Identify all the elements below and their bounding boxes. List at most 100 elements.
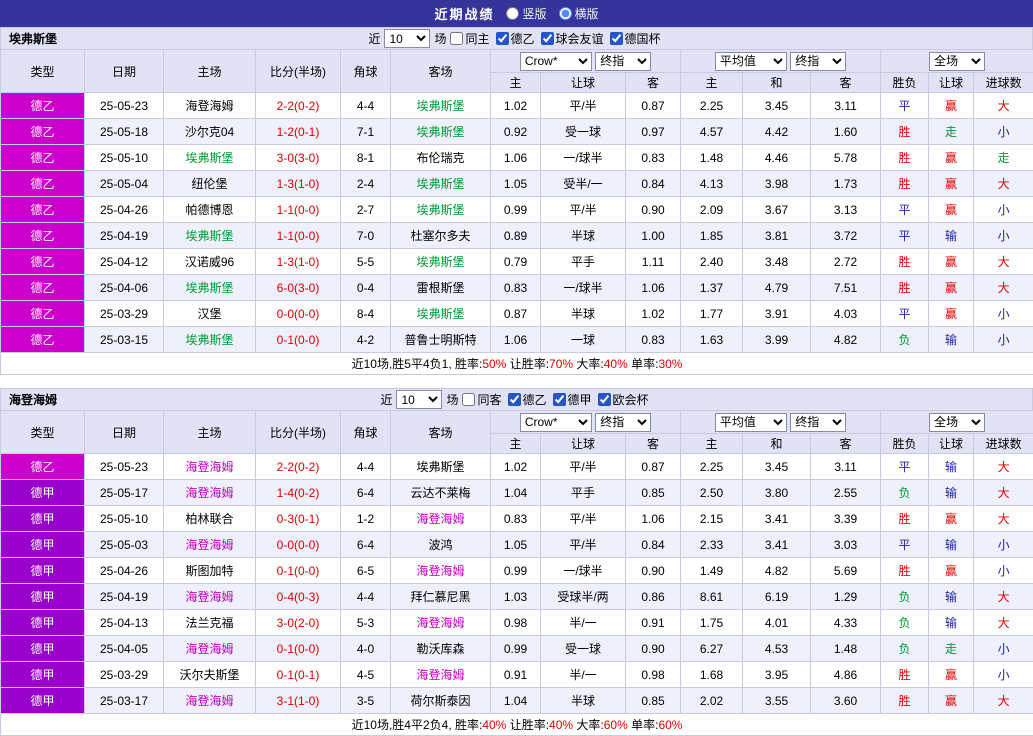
home-team-cell: 海登海姆 [164, 584, 256, 610]
filter-checkbox-德甲[interactable]: 德甲 [553, 391, 592, 408]
score-cell: 0-1(0-0) [256, 636, 341, 662]
odds-away-cell: 0.91 [626, 610, 681, 636]
subcol-avg-away: 客 [811, 73, 881, 93]
filter-checkbox-input[interactable] [496, 32, 509, 45]
avg-draw-cell: 3.81 [743, 223, 811, 249]
avg-draw-cell: 3.45 [743, 93, 811, 119]
away-team-cell: 埃弗斯堡 [391, 454, 491, 480]
goals-result-cell: 大 [974, 275, 1033, 301]
avg-final-select[interactable]: 终指 [790, 413, 846, 432]
filter-checkbox-input[interactable] [598, 393, 611, 406]
filter-checkbox-德国杯[interactable]: 德国杯 [610, 30, 661, 47]
summary-text: 让胜率: [506, 718, 549, 732]
away-team-cell: 埃弗斯堡 [391, 301, 491, 327]
odds-final-select[interactable]: 终指 [595, 413, 651, 432]
home-team-cell: 海登海姆 [164, 636, 256, 662]
score-cell: 3-0(3-0) [256, 145, 341, 171]
summary-stat-value: 30% [658, 357, 682, 371]
home-team-cell: 埃弗斯堡 [164, 223, 256, 249]
home-team-cell: 海登海姆 [164, 454, 256, 480]
score-cell: 0-0(0-0) [256, 532, 341, 558]
avg-final-select[interactable]: 终指 [790, 52, 846, 71]
score-cell: 0-0(0-0) [256, 301, 341, 327]
col-header-type: 类型 [1, 50, 85, 93]
avg-draw-cell: 4.53 [743, 636, 811, 662]
fulltime-header-cell: 全场 [881, 411, 1033, 434]
date-cell: 25-03-29 [85, 662, 164, 688]
avg-draw-cell: 4.01 [743, 610, 811, 636]
match-row: 德甲25-04-19海登海姆0-4(0-3)4-4拜仁慕尼黑1.03受球半/两0… [1, 584, 1033, 610]
odds-home-cell: 0.83 [491, 275, 541, 301]
match-result-cell: 平 [881, 301, 929, 327]
filter-checkbox-input[interactable] [450, 32, 463, 45]
home-team-cell: 纽伦堡 [164, 171, 256, 197]
home-team-cell: 汉诺威96 [164, 249, 256, 275]
filter-checkbox-input[interactable] [553, 393, 566, 406]
handicap-cell: 半球 [541, 688, 626, 714]
league-cell: 德甲 [1, 480, 85, 506]
filter-checkbox-球会友谊[interactable]: 球会友谊 [541, 30, 604, 47]
team-name: 埃弗斯堡 [9, 30, 57, 47]
odds-source-select[interactable]: Crow* [520, 413, 592, 432]
date-cell: 25-05-10 [85, 145, 164, 171]
home-team-cell: 沙尔克04 [164, 119, 256, 145]
corner-cell: 0-4 [341, 275, 391, 301]
filter-checkbox-input[interactable] [610, 32, 623, 45]
handicap-result-cell: 输 [929, 327, 974, 353]
layout-radio-input[interactable] [506, 7, 519, 20]
corner-cell: 2-4 [341, 171, 391, 197]
avg-away-cell: 4.33 [811, 610, 881, 636]
handicap-result-cell: 赢 [929, 506, 974, 532]
filter-checkbox-input[interactable] [508, 393, 521, 406]
match-row: 德甲25-04-05海登海姆0-1(0-0)4-0勒沃库森0.99受一球0.90… [1, 636, 1033, 662]
subcol-avg-draw: 和 [743, 434, 811, 454]
date-cell: 25-04-05 [85, 636, 164, 662]
fulltime-select[interactable]: 全场 [929, 52, 985, 71]
match-row: 德乙25-03-15埃弗斯堡0-1(0-0)4-2普鲁士明斯特1.06一球0.8… [1, 327, 1033, 353]
match-row: 德乙25-05-23海登海姆2-2(0-2)4-4埃弗斯堡1.02平/半0.87… [1, 454, 1033, 480]
layout-radio-horizontal[interactable]: 横版 [559, 5, 599, 22]
handicap-cell: 受一球 [541, 636, 626, 662]
col-header-corner: 角球 [341, 50, 391, 93]
filter-checkbox-德乙[interactable]: 德乙 [508, 391, 547, 408]
filter-checkbox-德乙[interactable]: 德乙 [496, 30, 535, 47]
odds-home-cell: 1.02 [491, 454, 541, 480]
match-count-select[interactable]: 10 [384, 29, 430, 48]
score-cell: 6-0(3-0) [256, 275, 341, 301]
avg-home-cell: 2.02 [681, 688, 743, 714]
match-row: 德乙25-05-10埃弗斯堡3-0(3-0)8-1布伦瑞克1.06一/球半0.8… [1, 145, 1033, 171]
goals-result-cell: 大 [974, 171, 1033, 197]
match-row: 德乙25-03-29汉堡0-0(0-0)8-4埃弗斯堡0.87半球1.021.7… [1, 301, 1033, 327]
home-team-cell: 法兰克福 [164, 610, 256, 636]
filter-checkbox-label: 球会友谊 [556, 30, 604, 47]
filter-checkbox-input[interactable] [462, 393, 475, 406]
home-team-cell: 海登海姆 [164, 93, 256, 119]
filter-checkbox-同客[interactable]: 同客 [462, 391, 501, 408]
layout-radio-vertical[interactable]: 竖版 [506, 5, 546, 22]
filter-checkbox-同主[interactable]: 同主 [450, 30, 489, 47]
odds-home-cell: 0.91 [491, 662, 541, 688]
match-result-cell: 胜 [881, 145, 929, 171]
odds-source-select[interactable]: Crow* [520, 52, 592, 71]
score-cell: 0-1(0-1) [256, 662, 341, 688]
filter-checkbox-欧会杯[interactable]: 欧会杯 [598, 391, 649, 408]
date-cell: 25-04-19 [85, 223, 164, 249]
avg-source-select[interactable]: 平均值 [715, 413, 787, 432]
summary-stat-value: 70% [549, 357, 573, 371]
avg-source-select[interactable]: 平均值 [715, 52, 787, 71]
avg-draw-cell: 3.99 [743, 327, 811, 353]
match-count-select[interactable]: 10 [396, 390, 442, 409]
filter-checkbox-input[interactable] [541, 32, 554, 45]
fulltime-select[interactable]: 全场 [929, 413, 985, 432]
odds-final-select[interactable]: 终指 [595, 52, 651, 71]
handicap-result-cell: 走 [929, 636, 974, 662]
date-cell: 25-05-18 [85, 119, 164, 145]
match-result-cell: 负 [881, 636, 929, 662]
odds-home-cell: 1.05 [491, 532, 541, 558]
home-team-cell: 汉堡 [164, 301, 256, 327]
layout-radio-input[interactable] [559, 7, 572, 20]
league-cell: 德甲 [1, 610, 85, 636]
avg-draw-cell: 3.91 [743, 301, 811, 327]
league-cell: 德乙 [1, 301, 85, 327]
score-cell: 1-3(1-0) [256, 249, 341, 275]
